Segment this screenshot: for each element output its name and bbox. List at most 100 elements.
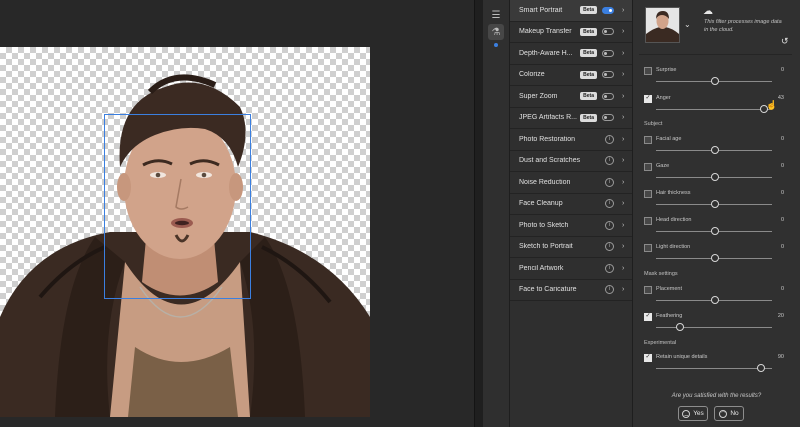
knob-facial-age[interactable] <box>711 146 719 154</box>
filter-item[interactable]: Smart Portrait Beta › <box>510 0 632 22</box>
slider-row-light-direction: Light direction 0 <box>644 244 784 268</box>
value-gaze: 0 <box>780 163 784 169</box>
filter-label: Smart Portrait <box>519 6 563 14</box>
canvas-area[interactable] <box>0 0 474 427</box>
filter-label: Noise Reduction <box>519 178 571 186</box>
beta-badge: Beta <box>580 70 597 79</box>
undo-icon[interactable]: ↺ <box>781 36 789 47</box>
knob-hair-thickness[interactable] <box>711 200 719 208</box>
chevron-right-icon[interactable]: › <box>622 7 632 14</box>
info-icon[interactable]: i <box>605 156 614 166</box>
value-placement: 0 <box>780 286 784 292</box>
checkbox-feathering[interactable] <box>644 312 652 321</box>
filter-item[interactable]: JPEG Artifacts R... Beta › <box>510 108 632 129</box>
knob-surprise[interactable] <box>711 77 719 85</box>
knob-feathering[interactable] <box>676 323 685 331</box>
no-button[interactable]: ⌒ No <box>714 406 744 421</box>
filter-item[interactable]: Pencil Artwork i › <box>510 258 632 280</box>
tool-column: ☰ ⚗ <box>483 0 510 427</box>
face-selection-box <box>104 114 251 299</box>
checkbox-head-direction[interactable] <box>644 217 652 225</box>
slider-row-gaze: Gaze 0 <box>644 163 784 187</box>
chevron-right-icon[interactable]: › <box>622 136 632 143</box>
filter-item[interactable]: Super Zoom Beta › <box>510 86 632 108</box>
filter-item[interactable]: Depth-Aware H... Beta › <box>510 43 632 65</box>
filter-label: Pencil Artwork <box>519 264 564 272</box>
chevron-right-icon[interactable]: › <box>622 157 632 164</box>
track-anger[interactable] <box>656 109 772 110</box>
info-icon[interactable]: i <box>605 242 614 252</box>
filter-item[interactable]: Colorize Beta › <box>510 65 632 86</box>
label-anger: Anger <box>656 95 671 101</box>
filter-label: Face Cleanup <box>519 200 563 208</box>
filter-toggle[interactable] <box>602 92 614 100</box>
beta-badge: Beta <box>580 113 597 122</box>
filter-toggle[interactable] <box>602 114 614 122</box>
canvas-scrollbar[interactable] <box>474 0 483 427</box>
yes-button[interactable]: ‿ Yes <box>678 406 708 421</box>
feedback-question: Are you satisfied with the results? <box>671 393 762 399</box>
filter-toggle[interactable] <box>602 6 614 14</box>
info-icon[interactable]: i <box>605 220 614 230</box>
filter-item[interactable]: Photo to Sketch i › <box>510 215 632 237</box>
checkbox-surprise[interactable] <box>644 67 652 75</box>
knob-gaze[interactable] <box>711 173 719 181</box>
chevron-right-icon[interactable]: › <box>622 93 632 100</box>
preview-thumbnail[interactable] <box>645 7 680 43</box>
slider-row-facial-age: Facial age 0 <box>644 136 784 160</box>
neural-filters-list: Smart Portrait Beta › Makeup Transfer Beta › D… <box>510 0 633 427</box>
filter-toggle[interactable] <box>602 71 614 79</box>
chevron-right-icon[interactable]: › <box>622 28 632 35</box>
yes-label: Yes <box>693 410 704 417</box>
info-icon[interactable]: i <box>605 199 614 209</box>
filter-toggle[interactable] <box>602 28 614 36</box>
knob-light-direction[interactable] <box>711 254 719 262</box>
track-feathering[interactable] <box>656 327 772 328</box>
info-icon[interactable]: i <box>605 177 614 187</box>
frown-icon: ⌒ <box>719 409 728 418</box>
filter-item[interactable]: Photo Restoration i › <box>510 129 632 151</box>
chevron-right-icon[interactable]: › <box>622 50 632 57</box>
chevron-right-icon[interactable]: › <box>622 286 632 293</box>
checkbox-hair-thickness[interactable] <box>644 190 652 198</box>
beta-badge: Beta <box>580 6 597 15</box>
sliders-icon[interactable]: ☰ <box>488 7 504 23</box>
info-icon[interactable]: i <box>605 134 614 144</box>
label-facial-age: Facial age <box>656 136 682 142</box>
chevron-down-icon[interactable]: ⌄ <box>684 20 691 29</box>
chevron-right-icon[interactable]: › <box>622 114 632 121</box>
filter-item[interactable]: Noise Reduction i › <box>510 172 632 194</box>
filter-toggle[interactable] <box>602 49 614 57</box>
filter-item[interactable]: Makeup Transfer Beta › <box>510 22 632 43</box>
knob-head-direction[interactable] <box>711 227 719 235</box>
filter-label: Sketch to Portrait <box>519 243 573 251</box>
chevron-right-icon[interactable]: › <box>622 222 632 229</box>
chevron-right-icon[interactable]: › <box>622 265 632 272</box>
filter-label: Colorize <box>519 71 545 79</box>
checkbox-facial-age[interactable] <box>644 136 652 144</box>
checkbox-anger[interactable] <box>644 94 652 103</box>
chevron-right-icon[interactable]: › <box>622 71 632 78</box>
filter-item[interactable]: Face Cleanup i › <box>510 194 632 215</box>
checkbox-light-direction[interactable] <box>644 244 652 252</box>
filter-label: Photo Restoration <box>519 135 576 143</box>
chevron-right-icon[interactable]: › <box>622 200 632 207</box>
knob-placement[interactable] <box>711 296 719 304</box>
filter-item[interactable]: Dust and Scratches i › <box>510 151 632 172</box>
section-subject: Subject <box>644 121 663 127</box>
chevron-right-icon[interactable]: › <box>622 243 632 250</box>
filter-item[interactable]: Face to Caricature i › <box>510 280 632 301</box>
checkbox-retain-details[interactable] <box>644 353 652 362</box>
filter-item[interactable]: Sketch to Portrait i › <box>510 237 632 258</box>
info-icon[interactable]: i <box>605 263 614 273</box>
label-hair-thickness: Hair thickness <box>656 190 691 196</box>
checkbox-gaze[interactable] <box>644 163 652 171</box>
chevron-right-icon[interactable]: › <box>622 179 632 186</box>
track-retain-details[interactable] <box>656 368 772 369</box>
label-light-direction: Light direction <box>656 244 691 250</box>
flask-icon[interactable]: ⚗ <box>488 24 504 40</box>
hand-cursor-icon: ☝ <box>766 100 778 110</box>
info-icon[interactable]: i <box>605 285 614 295</box>
checkbox-placement[interactable] <box>644 286 652 294</box>
knob-retain-details[interactable] <box>757 364 766 372</box>
